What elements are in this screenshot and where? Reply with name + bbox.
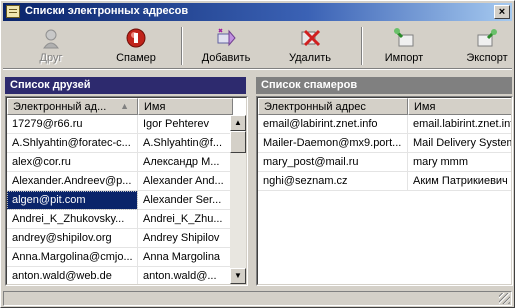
column-header-email-label: Электронный ад... bbox=[13, 101, 107, 113]
email-cell: email@labirint.znet.info bbox=[258, 115, 408, 134]
list-item[interactable]: email@labirint.znet.info email.labirint.z… bbox=[258, 115, 511, 134]
name-cell: Anna Margolina bbox=[138, 248, 233, 267]
name-cell: Александр М... bbox=[138, 153, 233, 172]
import-button[interactable]: Импорт bbox=[381, 25, 427, 67]
email-cell: andrey@shipilov.org bbox=[7, 229, 138, 248]
email-cell: A.Shlyahtin@foratec-c... bbox=[7, 134, 138, 153]
name-cell: Andrei_K_Zhu... bbox=[138, 210, 233, 229]
name-cell: Mail Delivery System bbox=[408, 134, 511, 153]
name-cell: A.Shlyahtin@f... bbox=[138, 134, 233, 153]
spammer-icon bbox=[125, 27, 147, 49]
list-item[interactable]: Anna.Margolina@cmjo... Anna Margolina bbox=[7, 248, 233, 267]
friends-vertical-scrollbar[interactable]: ▲ ▼ bbox=[230, 115, 246, 284]
add-button[interactable]: Добавить bbox=[198, 25, 254, 67]
list-item[interactable]: Andrei_K_Zhukovsky... Andrei_K_Zhu... bbox=[7, 210, 233, 229]
name-cell: Igor Pehterev bbox=[138, 115, 233, 134]
column-header-name-label: Имя bbox=[144, 101, 166, 113]
resize-grip-icon[interactable] bbox=[499, 293, 510, 304]
add-button-label: Добавить bbox=[201, 52, 251, 64]
column-header-email-label: Электронный адрес bbox=[264, 101, 366, 113]
email-cell: Mailer-Daemon@mx9.port... bbox=[258, 134, 408, 153]
delete-button-label: Удалить bbox=[289, 52, 331, 64]
friends-panel-title: Список друзей bbox=[5, 77, 246, 94]
email-cell: mary_post@mail.ru bbox=[258, 153, 408, 172]
import-icon bbox=[393, 27, 415, 49]
email-cell: Alexander.Andreev@p... bbox=[7, 172, 138, 191]
friends-list[interactable]: Электронный ад... ▲ Имя 17279@r66.ru Igor… bbox=[5, 96, 248, 286]
list-item[interactable]: nghi@seznam.cz Аким Патрикиевич bbox=[258, 172, 511, 191]
name-cell: email.labirint.znet.info bbox=[408, 115, 511, 134]
list-item[interactable]: Mailer-Daemon@mx9.port... Mail Delivery S… bbox=[258, 134, 511, 153]
list-item[interactable]: alex@cor.ru Александр М... bbox=[7, 153, 233, 172]
email-cell: Andrei_K_Zhukovsky... bbox=[7, 210, 138, 229]
friend-icon bbox=[40, 27, 62, 49]
friend-button[interactable]: Друг bbox=[31, 25, 71, 67]
list-item[interactable]: andrey@shipilov.org Andrey Shipilov bbox=[7, 229, 233, 248]
name-cell: Alexander Ser... bbox=[138, 191, 233, 210]
friend-button-label: Друг bbox=[39, 52, 63, 64]
column-header-name-label: Имя bbox=[414, 101, 436, 113]
column-header-email[interactable]: Электронный ад... ▲ bbox=[7, 98, 138, 115]
list-item[interactable]: anton.wald@web.de anton.wald@... bbox=[7, 267, 233, 284]
delete-button[interactable]: Удалить bbox=[285, 25, 335, 67]
title-bar: Списки электронных адресов × bbox=[3, 3, 512, 21]
name-cell: Andrey Shipilov bbox=[138, 229, 233, 248]
toolbar-separator bbox=[181, 27, 183, 65]
list-item[interactable]: A.Shlyahtin@foratec-c... A.Shlyahtin@f... bbox=[7, 134, 233, 153]
add-icon bbox=[215, 27, 237, 49]
name-cell: mary mmm bbox=[408, 153, 511, 172]
export-button-label: Экспорт bbox=[466, 52, 508, 64]
name-cell: Alexander And... bbox=[138, 172, 233, 191]
spammers-panel-title: Список спамеров bbox=[256, 77, 512, 94]
toolbar-separator bbox=[361, 27, 363, 65]
column-header-name[interactable]: Имя bbox=[138, 98, 233, 115]
spammers-list-header: Электронный адрес Имя bbox=[258, 98, 511, 115]
spammer-button[interactable]: Спамер bbox=[111, 25, 161, 67]
close-button[interactable]: × bbox=[494, 5, 510, 19]
list-item[interactable]: mary_post@mail.ru mary mmm bbox=[258, 153, 511, 172]
list-item[interactable]: algen@pit.com Alexander Ser... bbox=[7, 191, 233, 210]
export-icon bbox=[476, 27, 498, 49]
friends-list-header: Электронный ад... ▲ Имя bbox=[7, 98, 246, 115]
email-cell: nghi@seznam.cz bbox=[258, 172, 408, 191]
column-header-email[interactable]: Электронный адрес bbox=[258, 98, 408, 115]
email-cell: alex@cor.ru bbox=[7, 153, 138, 172]
email-cell: Anna.Margolina@cmjo... bbox=[7, 248, 138, 267]
status-bar bbox=[3, 291, 512, 306]
scroll-thumb[interactable] bbox=[230, 131, 246, 153]
scroll-up-button[interactable]: ▲ bbox=[230, 115, 246, 131]
email-cell: algen@pit.com bbox=[7, 191, 138, 210]
name-cell: Аким Патрикиевич bbox=[408, 172, 511, 191]
email-lists-window: Списки электронных адресов × Друг Спамер… bbox=[0, 0, 515, 308]
spammer-button-label: Спамер bbox=[116, 52, 156, 64]
app-icon bbox=[6, 5, 20, 18]
window-title: Списки электронных адресов bbox=[25, 5, 189, 17]
scroll-down-button[interactable]: ▼ bbox=[230, 268, 246, 284]
spammers-list[interactable]: Электронный адрес Имя email@labirint.zne… bbox=[256, 96, 513, 286]
export-button[interactable]: Экспорт bbox=[463, 25, 511, 67]
toolbar: Друг Спамер Добавить Удалить Импорт Эксп… bbox=[3, 23, 512, 69]
sort-ascending-icon: ▲ bbox=[120, 101, 129, 111]
import-button-label: Импорт bbox=[384, 52, 424, 64]
list-item[interactable]: 17279@r66.ru Igor Pehterev bbox=[7, 115, 233, 134]
column-header-name[interactable]: Имя bbox=[408, 98, 511, 115]
name-cell: anton.wald@... bbox=[138, 267, 233, 284]
email-cell: anton.wald@web.de bbox=[7, 267, 138, 284]
delete-icon bbox=[299, 27, 321, 49]
email-cell: 17279@r66.ru bbox=[7, 115, 138, 134]
list-item[interactable]: Alexander.Andreev@p... Alexander And... bbox=[7, 172, 233, 191]
